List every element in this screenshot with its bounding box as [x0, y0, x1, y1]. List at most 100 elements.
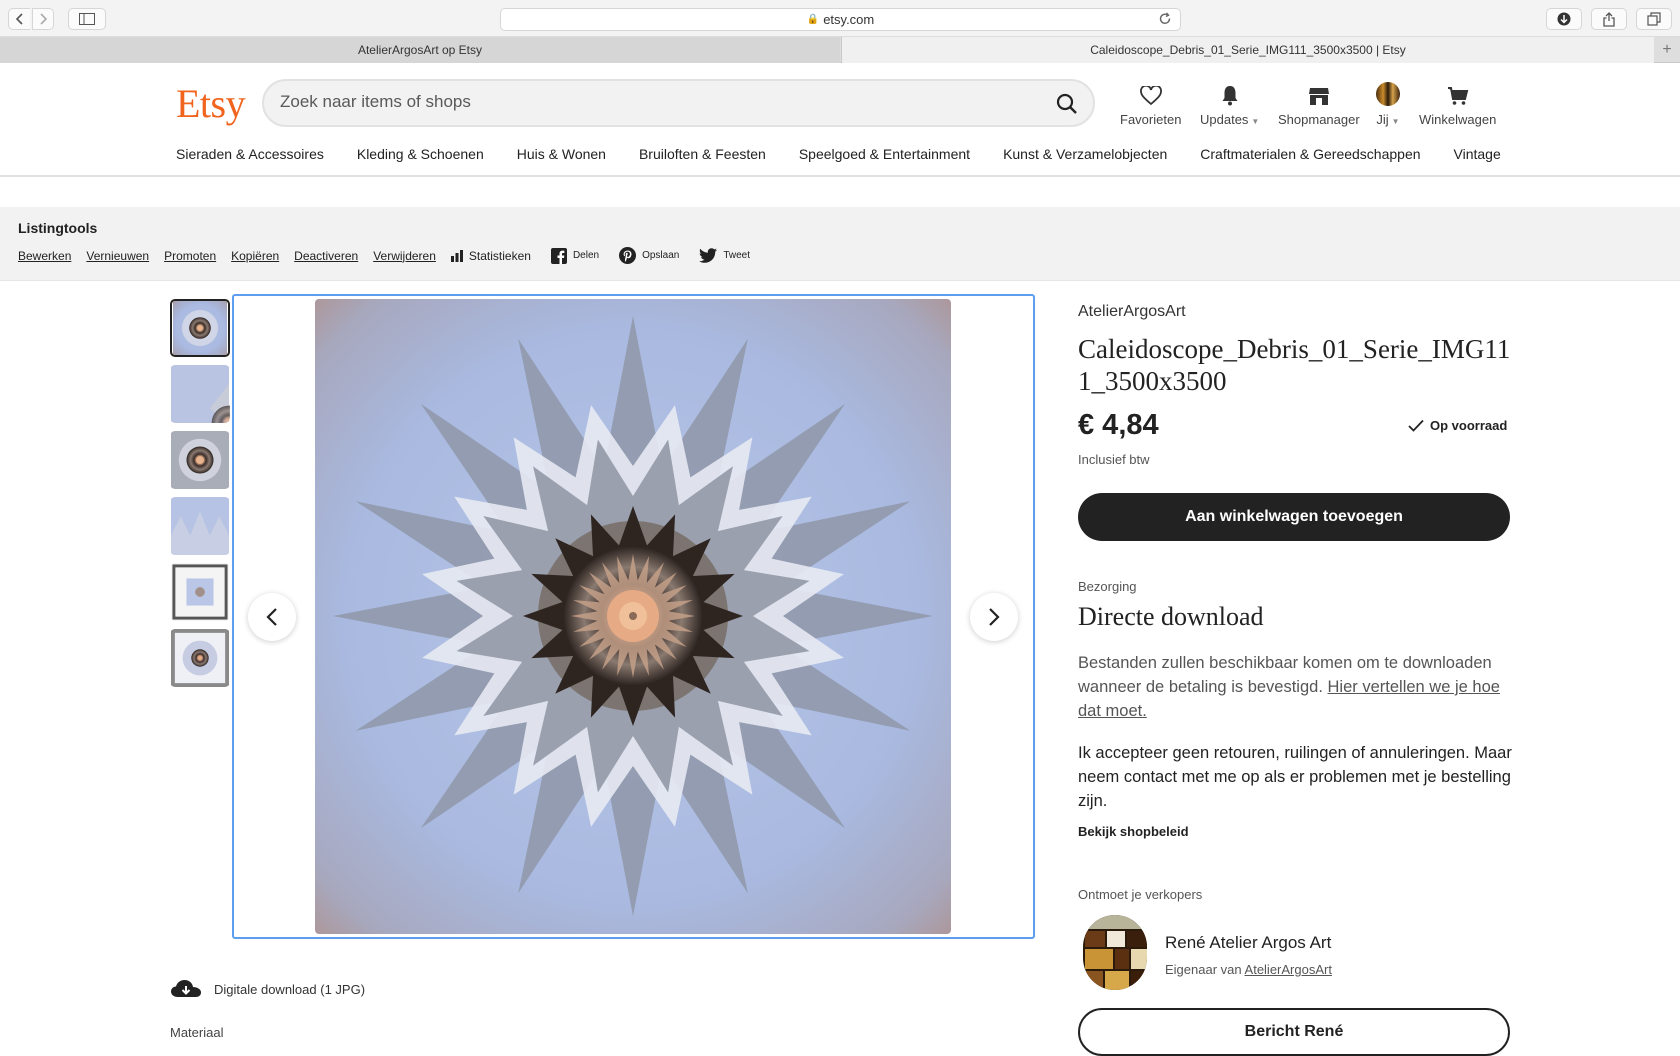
delivery-label: Bezorging: [1078, 579, 1137, 594]
updates-label: Updates: [1200, 112, 1249, 127]
header-divider: [0, 175, 1680, 177]
you-label: Jij: [1376, 112, 1389, 127]
browser-toolbar: 🔒 etsy.com: [0, 0, 1680, 37]
deactivate-link[interactable]: Deactiveren: [294, 249, 358, 263]
material-label: Materiaal: [170, 1025, 224, 1040]
shopmanager-label: Shopmanager: [1278, 112, 1360, 127]
cart-link[interactable]: Winkelwagen: [1419, 82, 1496, 127]
stock-status: Op voorraad: [1408, 418, 1507, 433]
category-link[interactable]: Vintage: [1454, 146, 1501, 174]
main-image[interactable]: [315, 299, 951, 934]
meet-sellers-label: Ontmoet je verkopers: [1078, 887, 1203, 902]
thumbnail-image: [171, 431, 229, 489]
forward-button[interactable]: [32, 8, 54, 30]
favorites-link[interactable]: Favorieten: [1120, 82, 1181, 127]
policy-text: Ik accepteer geen retouren, ruilingen of…: [1078, 744, 1512, 810]
chevron-left-icon: [15, 13, 23, 25]
cart-label: Winkelwagen: [1419, 112, 1497, 127]
renew-link[interactable]: Vernieuwen: [86, 249, 149, 263]
shop-policy-link[interactable]: Bekijk shopbeleid: [1078, 824, 1189, 839]
owner-shop-link[interactable]: AtelierArgosArt: [1245, 962, 1332, 977]
share-button[interactable]: [1591, 8, 1627, 30]
caret-down-icon: ▼: [1391, 117, 1400, 126]
delete-link[interactable]: Verwijderen: [373, 249, 436, 263]
product-title: Caleidoscope_Debris_01_Serie_IMG111_3500…: [1078, 334, 1511, 396]
twitter-icon: [699, 248, 718, 263]
thumbnail-image: [173, 301, 227, 355]
tab-bar: AtelierArgosArt op Etsy Caleidoscope_Deb…: [0, 37, 1680, 63]
shop-icon: [1308, 88, 1329, 105]
promote-link[interactable]: Promoten: [164, 249, 216, 263]
avatar: [1376, 82, 1400, 106]
checkmark-icon: [1408, 419, 1424, 432]
etsy-logo[interactable]: Etsy: [176, 80, 246, 127]
category-link[interactable]: Craftmaterialen & Gereedschappen: [1200, 146, 1420, 174]
new-tab-button[interactable]: +: [1654, 37, 1680, 63]
shopmanager-link[interactable]: Shopmanager: [1278, 82, 1360, 127]
digital-download-info: Digitale download (1 JPG): [170, 979, 365, 999]
download-icon: [1557, 12, 1571, 26]
stats-link[interactable]: Statistieken: [450, 248, 531, 263]
category-link[interactable]: Speelgoed & Entertainment: [799, 146, 970, 174]
vat-note: Inclusief btw: [1078, 452, 1150, 467]
category-link[interactable]: Kunst & Verzamelobjecten: [1003, 146, 1167, 174]
search-icon: [1056, 93, 1077, 114]
thumbnail[interactable]: [170, 365, 230, 423]
thumbnail-image: [171, 365, 230, 423]
thumbnail[interactable]: [170, 299, 230, 357]
chevron-left-icon: [266, 608, 277, 626]
category-link[interactable]: Bruiloften & Feesten: [639, 146, 766, 174]
category-link[interactable]: Kleding & Schoenen: [357, 146, 484, 174]
thumbnail[interactable]: [170, 563, 230, 621]
seller-avatar-image: [1083, 915, 1147, 990]
edit-link[interactable]: Bewerken: [18, 249, 71, 263]
tweet-link[interactable]: Tweet: [699, 248, 750, 263]
search-input[interactable]: [280, 92, 1020, 112]
save-label: Opslaan: [642, 250, 680, 261]
previous-image-button[interactable]: [248, 593, 296, 641]
stats-label: Statistieken: [468, 248, 531, 263]
thumbnail-image: [171, 629, 229, 687]
tab-listing[interactable]: Caleidoscope_Debris_01_Serie_IMG111_3500…: [841, 37, 1654, 63]
listing-tools-title: Listingtools: [18, 220, 98, 236]
thumbnail[interactable]: [170, 629, 230, 687]
favorites-label: Favorieten: [1120, 112, 1182, 127]
seller-avatar[interactable]: [1083, 915, 1147, 990]
category-link[interactable]: Huis & Wonen: [517, 146, 606, 174]
lock-icon: 🔒: [806, 14, 820, 25]
shop-name-link[interactable]: AtelierArgosArt: [1078, 303, 1186, 321]
cloud-download-icon: [171, 980, 201, 997]
url-text: etsy.com: [823, 12, 875, 27]
downloads-button[interactable]: [1546, 8, 1582, 30]
tabs-icon: [1647, 12, 1661, 26]
share-label: Delen: [572, 250, 600, 261]
tabs-overview-button[interactable]: [1636, 8, 1672, 30]
caret-down-icon: ▼: [1251, 117, 1260, 126]
next-image-button[interactable]: [970, 593, 1018, 641]
product-price: € 4,84: [1078, 409, 1159, 441]
pinterest-icon: [619, 247, 637, 264]
reload-icon[interactable]: [1158, 12, 1172, 26]
facebook-icon: [550, 247, 567, 264]
tweet-label: Tweet: [723, 250, 751, 261]
message-seller-button[interactable]: Bericht René: [1078, 1008, 1510, 1056]
listing-tools-bar: Listingtools Bewerken Vernieuwen Promote…: [0, 207, 1680, 281]
copy-link[interactable]: Kopiëren: [231, 249, 279, 263]
share-facebook-link[interactable]: Delen: [550, 247, 600, 264]
stock-label: Op voorraad: [1430, 418, 1508, 433]
sidebar-toggle-button[interactable]: [68, 8, 106, 30]
back-button[interactable]: [8, 8, 30, 30]
thumbnail[interactable]: [170, 497, 230, 555]
account-menu[interactable]: Jij ▼: [1376, 82, 1400, 127]
add-to-cart-button[interactable]: Aan winkelwagen toevoegen: [1078, 493, 1510, 541]
heart-icon: [1139, 86, 1162, 106]
search-button[interactable]: [1053, 90, 1081, 118]
category-link[interactable]: Sieraden & Accessoires: [176, 146, 324, 174]
thumbnail[interactable]: [170, 431, 230, 489]
address-bar[interactable]: 🔒 etsy.com: [500, 8, 1181, 31]
pinterest-save-link[interactable]: Opslaan: [619, 247, 679, 264]
tab-shop[interactable]: AtelierArgosArt op Etsy: [0, 37, 840, 63]
owner-prefix: Eigenaar van: [1165, 962, 1242, 977]
kaleidoscope-artwork: [315, 299, 951, 934]
updates-link[interactable]: Updates ▼: [1200, 82, 1259, 127]
